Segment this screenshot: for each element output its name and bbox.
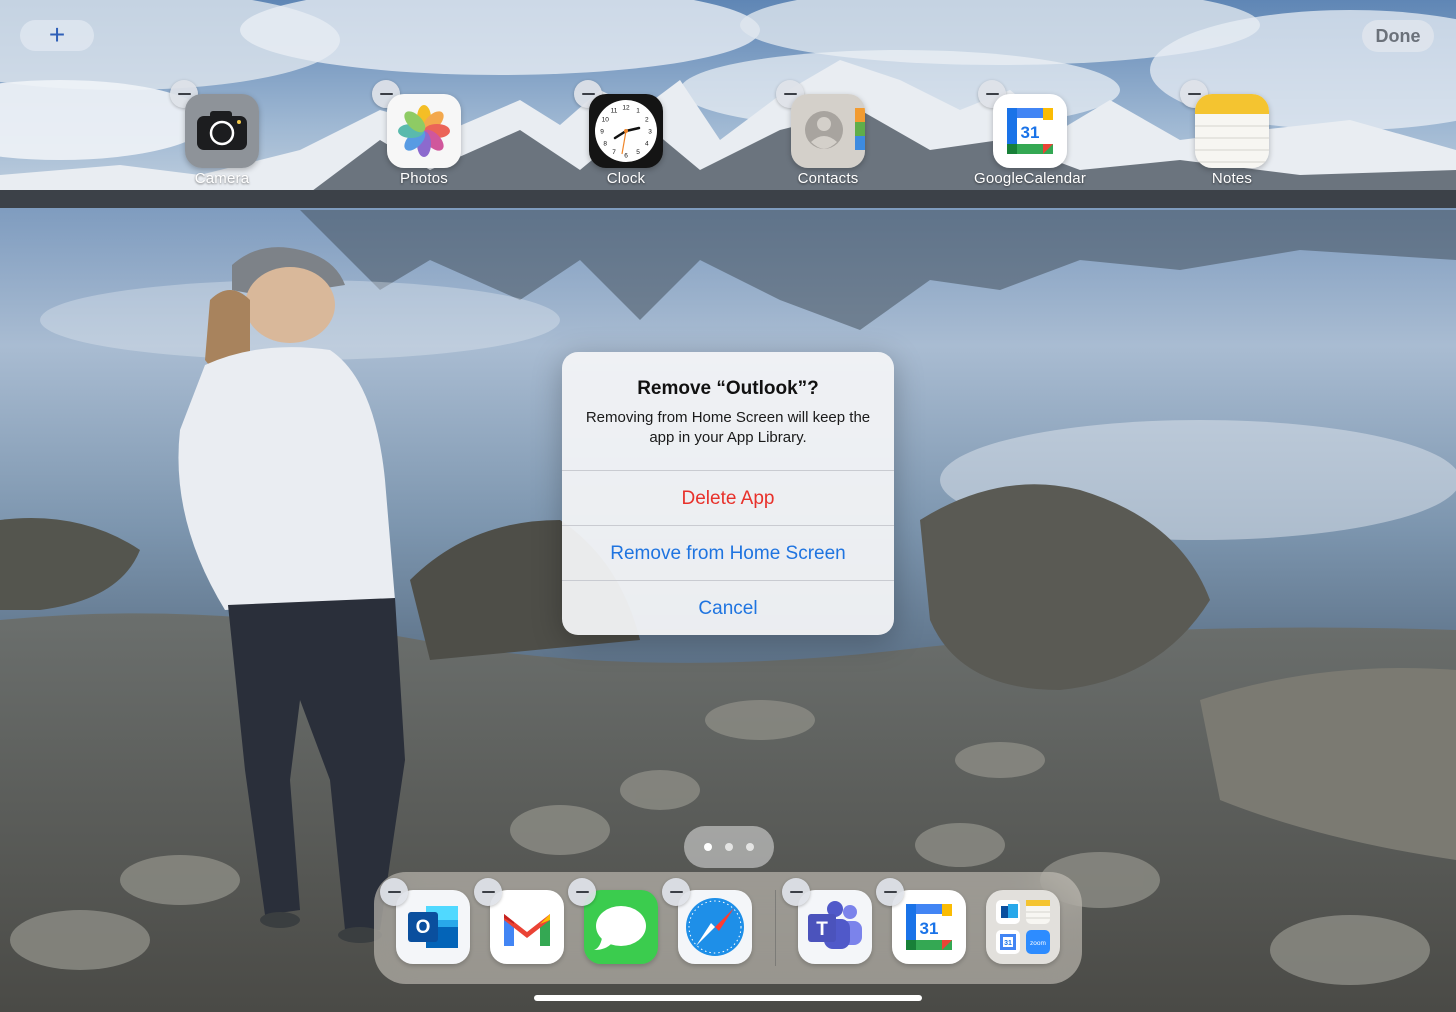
- remove-app-badge[interactable]: [474, 878, 502, 906]
- clock-number: 11: [611, 108, 618, 115]
- gmail-icon: [490, 890, 564, 964]
- clock-number: 4: [645, 140, 649, 147]
- app-contacts[interactable]: Contacts: [768, 74, 888, 187]
- calendar-day: 31: [920, 919, 939, 938]
- app-camera[interactable]: Camera: [162, 74, 282, 187]
- done-button[interactable]: Done: [1362, 20, 1434, 52]
- app-clock[interactable]: 12 1 2 3 4 5 6 7 8 9 10 11 Clock: [566, 74, 686, 187]
- remove-app-badge[interactable]: [782, 878, 810, 906]
- outlook-letter: O: [416, 917, 431, 938]
- dock-app-messages[interactable]: [568, 878, 658, 964]
- remove-app-alert: Remove “Outlook”? Removing from Home Scr…: [562, 352, 894, 635]
- mini-zoom-label: zoom: [1030, 940, 1046, 947]
- clock-number: 6: [624, 152, 628, 159]
- clock-number: 10: [602, 116, 610, 123]
- dock-app-outlook[interactable]: O: [380, 878, 470, 964]
- app-label: Contacts: [797, 170, 859, 187]
- delete-app-button[interactable]: Delete App: [562, 470, 894, 525]
- teams-icon: T: [798, 890, 872, 964]
- alert-title: Remove “Outlook”?: [637, 378, 819, 399]
- clock-number: 8: [603, 140, 607, 147]
- messages-icon: [584, 890, 658, 964]
- app-label: Clock: [606, 170, 646, 187]
- app-label: Camera: [194, 170, 250, 187]
- clock-number: 12: [622, 104, 630, 111]
- clock-number: 9: [600, 128, 604, 135]
- app-notes[interactable]: Notes: [1172, 74, 1292, 187]
- cancel-button[interactable]: Cancel: [562, 580, 894, 635]
- dock-app-safari[interactable]: [662, 878, 752, 964]
- app-google-calendar[interactable]: 31 GoogleCalendar: [970, 74, 1090, 187]
- alert-message: Removing from Home Screen will keep the …: [585, 409, 871, 446]
- mini-calendar-day: 31: [1004, 940, 1012, 947]
- dock-app-teams[interactable]: T: [782, 878, 872, 964]
- contacts-icon: [791, 94, 865, 168]
- home-indicator[interactable]: [534, 995, 922, 1001]
- teams-letter: T: [816, 919, 828, 940]
- remove-app-badge[interactable]: [876, 878, 904, 906]
- app-label: Notes: [1211, 170, 1253, 187]
- calendar-day: 31: [1021, 123, 1040, 142]
- alert-header: Remove “Outlook”? Removing from Home Scr…: [562, 352, 894, 470]
- dock-app-google-calendar[interactable]: 31: [876, 878, 966, 964]
- page-dot: [704, 843, 712, 851]
- google-calendar-icon: 31: [892, 890, 966, 964]
- clock-number: 7: [612, 149, 616, 156]
- add-widget-button[interactable]: +: [20, 20, 94, 51]
- safari-icon: [678, 890, 752, 964]
- clock-icon: 12 1 2 3 4 5 6 7 8 9 10 11: [589, 94, 663, 168]
- photos-icon: [387, 94, 461, 168]
- clock-number: 5: [636, 149, 640, 156]
- dock: O T 31 31 zoom: [374, 872, 1082, 984]
- app-label: GoogleCalendar: [973, 170, 1087, 187]
- outlook-icon: O: [396, 890, 470, 964]
- camera-icon: [185, 94, 259, 168]
- remove-app-badge[interactable]: [662, 878, 690, 906]
- clock-number: 1: [636, 108, 640, 115]
- clock-number: 2: [645, 116, 649, 123]
- plus-icon: +: [48, 18, 66, 50]
- remove-app-badge[interactable]: [380, 878, 408, 906]
- page-dot: [725, 843, 733, 851]
- dock-app-gmail[interactable]: [474, 878, 564, 964]
- remove-from-home-screen-button[interactable]: Remove from Home Screen: [562, 525, 894, 580]
- page-indicator[interactable]: [684, 826, 774, 868]
- remove-app-badge[interactable]: [568, 878, 596, 906]
- app-label: Photos: [400, 170, 448, 187]
- page-dot: [746, 843, 754, 851]
- clock-number: 3: [648, 128, 652, 135]
- dock-app-library-folder[interactable]: 31 zoom: [986, 890, 1060, 964]
- app-photos[interactable]: Photos: [364, 74, 484, 187]
- dock-separator: [775, 890, 776, 966]
- app-library-folder-icon: 31 zoom: [986, 890, 1060, 964]
- notes-icon: [1195, 94, 1269, 168]
- google-calendar-icon: 31: [993, 94, 1067, 168]
